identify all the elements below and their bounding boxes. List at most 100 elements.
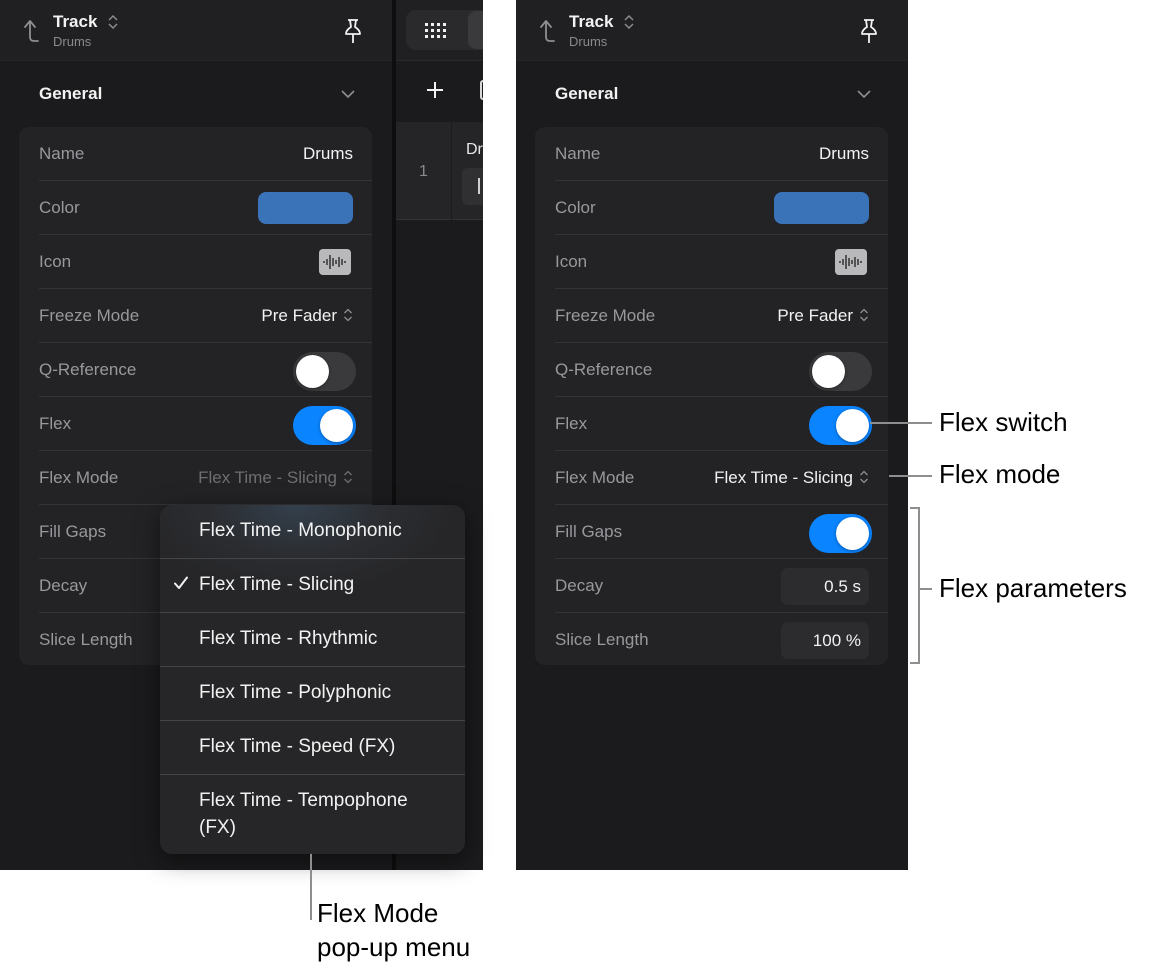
toggle-knob: [836, 409, 869, 442]
row-flex-mode: Flex Mode Flex Time - Slicing: [555, 451, 888, 505]
row-freeze-mode: Freeze Mode Pre Fader: [39, 289, 372, 343]
flex-mode-value: Flex Time - Slicing: [198, 468, 337, 487]
row-label: Decay: [555, 576, 604, 595]
inspector-title[interactable]: Track: [569, 12, 613, 32]
callout-line-flex-mode: [889, 475, 932, 477]
row-label: Flex Mode: [555, 468, 635, 487]
row-label: Q-Reference: [39, 360, 137, 379]
grid-icon[interactable]: [424, 22, 448, 38]
row-label: Freeze Mode: [555, 306, 656, 325]
callout-flex-parameters: Flex parameters: [939, 573, 1127, 603]
menu-item-label: Flex Time - Slicing: [199, 574, 355, 595]
row-decay: Decay 0.5 s: [555, 559, 888, 613]
row-label: Icon: [39, 252, 72, 271]
flex-mode-popup-menu: Flex Time - Monophonic Flex Time - Slici…: [160, 505, 465, 854]
row-label: Flex: [39, 414, 72, 433]
callout-flex-mode: Flex mode: [939, 459, 1061, 489]
chevron-down-icon[interactable]: [340, 89, 356, 99]
track-options-icon[interactable]: [480, 80, 483, 100]
decay-field[interactable]: 0.5 s: [781, 568, 869, 605]
color-swatch[interactable]: [258, 192, 353, 224]
row-icon: Icon: [39, 235, 372, 289]
q-reference-toggle[interactable]: [293, 352, 356, 391]
flex-mode-select[interactable]: Flex Time - Slicing: [198, 468, 353, 488]
callout-popup-line2: pop-up menu: [317, 932, 471, 962]
updown-chevron-icon[interactable]: [623, 14, 635, 30]
row-q-reference: Q-Reference: [39, 343, 372, 397]
row-flex: Flex: [39, 397, 372, 451]
row-label: Color: [555, 198, 596, 217]
waveform-icon[interactable]: [835, 249, 867, 275]
updown-chevron-icon: [344, 308, 352, 322]
plus-icon[interactable]: [425, 80, 445, 100]
freeze-mode-select[interactable]: Pre Fader: [777, 306, 869, 326]
flex-mode-select[interactable]: Flex Time - Slicing: [714, 468, 869, 488]
menu-item-tempophone-fx[interactable]: Flex Time - Tempophone (FX): [160, 775, 465, 854]
menu-item-speed-fx[interactable]: Flex Time - Speed (FX): [160, 721, 465, 775]
callout-line-flex-switch: [870, 422, 932, 424]
back-arrow-icon[interactable]: [538, 18, 558, 44]
menu-item-monophonic[interactable]: Flex Time - Monophonic: [160, 505, 465, 559]
tracks-toolbar: [396, 0, 483, 61]
freeze-mode-select[interactable]: Pre Fader: [261, 306, 353, 326]
row-label: Icon: [555, 252, 588, 271]
callout-line-flex-parameters: [920, 588, 932, 590]
chevron-down-icon[interactable]: [856, 89, 872, 99]
pin-icon[interactable]: [343, 17, 363, 45]
row-flex-mode: Flex Mode Flex Time - Slicing: [39, 451, 372, 505]
inspector-header: Track Drums: [0, 0, 392, 61]
track-button[interactable]: [462, 168, 483, 205]
row-name: Name Drums: [555, 127, 888, 181]
row-label: Fill Gaps: [39, 522, 107, 541]
inspector-header: Track Drums: [516, 0, 908, 61]
row-freeze-mode: Freeze Mode Pre Fader: [555, 289, 888, 343]
slice-length-field[interactable]: 100 %: [781, 622, 869, 659]
track-name[interactable]: Dr: [466, 141, 483, 159]
row-fill-gaps: Fill Gaps: [555, 505, 888, 559]
toggle-knob: [320, 409, 353, 442]
section-title-general[interactable]: General: [39, 84, 102, 104]
menu-item-polyphonic[interactable]: Flex Time - Polyphonic: [160, 667, 465, 721]
row-name: Name Drums: [39, 127, 372, 181]
menu-item-label: Flex Time - Polyphonic: [199, 682, 392, 703]
menu-item-rhythmic[interactable]: Flex Time - Rhythmic: [160, 613, 465, 667]
q-reference-toggle[interactable]: [809, 352, 872, 391]
section-title-general[interactable]: General: [555, 84, 618, 104]
toggle-knob: [812, 355, 845, 388]
callout-line-popup: [310, 854, 312, 920]
row-label: Flex Mode: [39, 468, 119, 487]
name-value[interactable]: Drums: [303, 144, 353, 164]
row-label: Slice Length: [555, 630, 649, 649]
toggle-knob: [296, 355, 329, 388]
fill-gaps-toggle[interactable]: [809, 514, 872, 553]
freeze-mode-value: Pre Fader: [777, 306, 853, 325]
inspector-title[interactable]: Track: [53, 12, 97, 32]
bracket-vertical: [918, 507, 920, 664]
row-label: Name: [39, 144, 85, 163]
updown-chevron-icon: [344, 470, 352, 484]
callout-popup-line1: Flex Mode: [317, 898, 439, 928]
updown-chevron-icon: [860, 470, 868, 484]
row-label: Decay: [39, 576, 88, 595]
back-arrow-icon[interactable]: [22, 18, 42, 44]
row-q-reference: Q-Reference: [555, 343, 888, 397]
menu-item-slicing[interactable]: Flex Time - Slicing: [160, 559, 465, 613]
waveform-icon[interactable]: [319, 249, 351, 275]
pin-icon[interactable]: [859, 17, 879, 45]
bracket-bottom: [910, 662, 920, 664]
inspector-subtitle: Drums: [53, 34, 92, 49]
checkmark-icon: [174, 576, 188, 589]
view-segment-selected[interactable]: [468, 11, 483, 49]
track-number: 1: [419, 163, 428, 180]
flex-toggle[interactable]: [293, 406, 356, 445]
updown-chevron-icon[interactable]: [107, 14, 119, 30]
row-label: Slice Length: [39, 630, 133, 649]
row-color: Color: [39, 181, 372, 235]
color-swatch[interactable]: [774, 192, 869, 224]
inspector-panel-right: Track Drums General Name Drums Color Ico…: [516, 0, 908, 870]
toggle-knob: [836, 517, 869, 550]
name-value[interactable]: Drums: [819, 144, 869, 164]
flex-toggle[interactable]: [809, 406, 872, 445]
inspector-subtitle: Drums: [569, 34, 608, 49]
row-flex: Flex: [555, 397, 888, 451]
